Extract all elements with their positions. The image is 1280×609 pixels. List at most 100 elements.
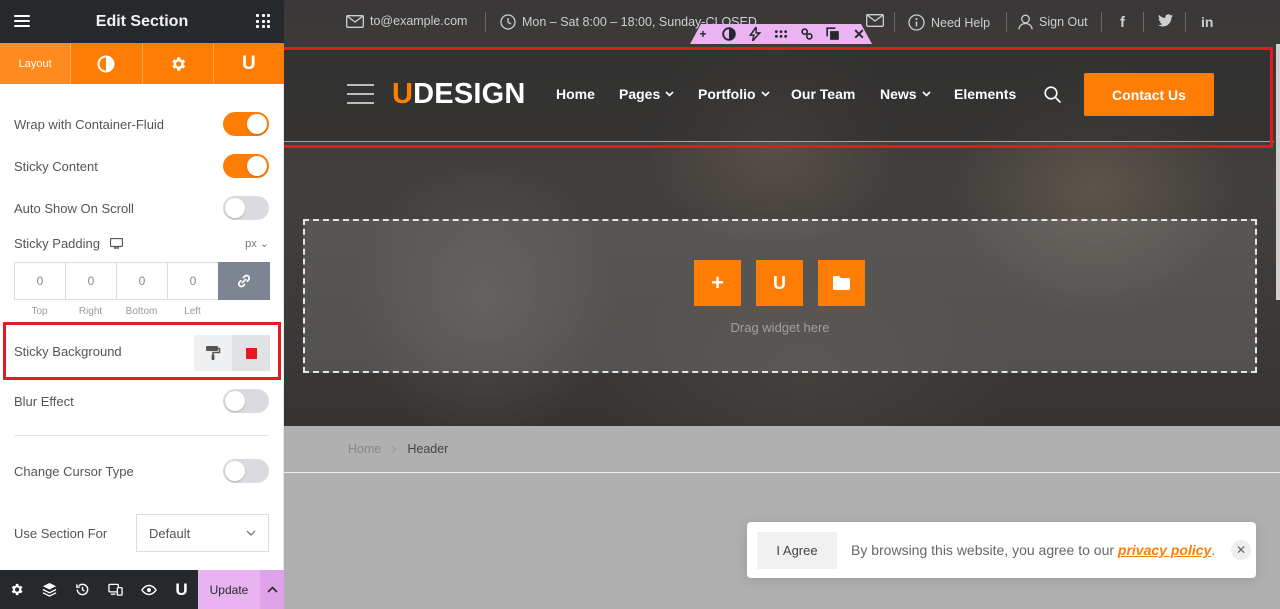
responsive-button[interactable] <box>99 570 132 609</box>
topbar-email-text: to@example.com <box>370 14 468 28</box>
linkedin-icon[interactable]: in <box>1201 14 1213 30</box>
use-section-for-label: Use Section For <box>14 525 108 541</box>
padding-right-input[interactable]: 0 <box>65 262 116 300</box>
use-section-for-select[interactable]: Default <box>136 514 269 552</box>
nav-item-elements[interactable]: Elements <box>954 86 1016 102</box>
preview-button[interactable] <box>132 570 165 609</box>
drag-widget-text: Drag widget here <box>730 320 830 335</box>
auto-show-toggle[interactable] <box>223 196 269 220</box>
close-icon[interactable]: ✕ <box>852 26 866 42</box>
twitter-link[interactable] <box>1158 14 1173 27</box>
settings-button[interactable] <box>0 570 33 609</box>
topbar-need-help[interactable]: Need Help <box>908 14 990 31</box>
update-button[interactable]: Update <box>198 570 260 609</box>
sticky-content-label: Sticky Content <box>14 158 98 174</box>
apps-grid-icon[interactable] <box>256 14 270 28</box>
add-icon[interactable]: + <box>696 27 710 41</box>
hamburger-menu-icon[interactable] <box>14 15 30 27</box>
control-sticky-background: Sticky Background <box>14 344 122 359</box>
eye-icon <box>140 584 157 595</box>
wrap-container-label: Wrap with Container-Fluid <box>14 116 165 132</box>
link-values-button[interactable] <box>218 262 270 300</box>
tab-style[interactable] <box>71 43 143 84</box>
paint-roller-icon <box>206 346 221 360</box>
history-button[interactable] <box>66 570 99 609</box>
plus-icon: + <box>711 270 724 295</box>
chevron-down-icon <box>922 91 931 97</box>
contact-us-button[interactable]: Contact Us <box>1084 73 1214 116</box>
padding-left-label: Left <box>184 306 201 317</box>
desktop-icon[interactable] <box>110 237 123 249</box>
agree-button[interactable]: I Agree <box>757 532 837 569</box>
padding-unit-select[interactable]: px ⌄ <box>245 237 269 250</box>
navigator-button[interactable] <box>33 570 66 609</box>
twitter-icon <box>1158 14 1173 27</box>
udesign-button[interactable]: U <box>165 570 198 609</box>
udesign-u-icon: U <box>175 579 188 599</box>
cookie-message: By browsing this website, you agree to o… <box>851 542 1216 558</box>
facebook-icon[interactable]: f <box>1120 14 1125 31</box>
nav-item-home[interactable]: Home <box>556 86 595 102</box>
update-options-button[interactable] <box>260 570 284 609</box>
sticky-content-toggle[interactable] <box>223 154 269 178</box>
lightning-icon[interactable] <box>748 27 762 41</box>
layers-icon <box>42 582 57 597</box>
control-auto-show: Auto Show On Scroll <box>14 196 269 220</box>
topbar-separator <box>1101 12 1102 32</box>
nav-item-portfolio[interactable]: Portfolio <box>698 86 770 102</box>
tab-layout-label: Layout <box>18 57 52 70</box>
panel-tabs: Layout U <box>0 43 284 84</box>
user-icon <box>1018 14 1033 30</box>
tab-layout[interactable]: Layout <box>0 43 72 84</box>
search-button[interactable] <box>1044 86 1061 106</box>
padding-top-input[interactable]: 0 <box>14 262 65 300</box>
chevron-down-icon <box>246 530 256 536</box>
nav-item-news[interactable]: News <box>880 86 931 102</box>
tab-advanced[interactable] <box>143 43 214 84</box>
padding-left-input[interactable]: 0 <box>167 262 218 300</box>
control-sticky-content: Sticky Content <box>14 154 269 178</box>
templates-library-button[interactable] <box>818 260 865 306</box>
duplicate-icon[interactable] <box>826 27 840 41</box>
cookie-notice: I Agree By browsing this website, you ag… <box>747 522 1256 578</box>
change-cursor-toggle[interactable] <box>223 459 269 483</box>
control-change-cursor: Change Cursor Type <box>14 459 269 483</box>
privacy-policy-link[interactable]: privacy policy <box>1118 542 1211 558</box>
tab-udesign[interactable]: U <box>214 43 284 84</box>
topbar-email[interactable]: to@example.com <box>346 14 467 28</box>
dropzone-buttons: + U <box>694 260 866 306</box>
settings-sliders-icon[interactable] <box>800 27 814 41</box>
breadcrumb-home[interactable]: Home <box>348 442 381 456</box>
blur-effect-toggle[interactable] <box>223 389 269 413</box>
color-swatch-button[interactable] <box>232 335 270 371</box>
info-icon <box>908 14 925 31</box>
contrast-icon <box>97 55 115 72</box>
topbar-separator <box>485 12 486 32</box>
nav-item-pages[interactable]: Pages <box>619 86 674 102</box>
udesign-u-icon: U <box>242 52 256 74</box>
nav-item-our-team[interactable]: Our Team <box>791 86 855 102</box>
link-icon <box>237 274 251 288</box>
close-cookie-button[interactable]: ✕ <box>1231 540 1251 560</box>
drag-handle-icon[interactable] <box>774 27 788 41</box>
udesign-templates-button[interactable]: U <box>756 260 803 306</box>
udesign-u-icon: U <box>773 272 786 293</box>
mail-icon <box>346 14 364 28</box>
add-widget-button[interactable]: + <box>694 260 741 306</box>
change-cursor-label: Change Cursor Type <box>14 463 134 479</box>
topbar-separator <box>1006 12 1007 32</box>
topbar-separator <box>1143 12 1144 32</box>
gear-icon <box>172 56 185 71</box>
padding-bottom-input[interactable]: 0 <box>116 262 167 300</box>
mobile-menu-icon[interactable] <box>347 84 374 104</box>
canvas-scrollbar[interactable] <box>1276 44 1280 300</box>
contrast-icon[interactable] <box>722 27 736 41</box>
panel-title: Edit Section <box>95 12 189 30</box>
topbar-sign-out[interactable]: Sign Out <box>1018 14 1088 30</box>
editor-panel: Edit Section Layout U Wrap with Containe… <box>0 0 284 609</box>
paint-roller-button[interactable] <box>194 335 232 371</box>
site-logo[interactable]: UDESIGN <box>392 78 526 111</box>
padding-right-label: Right <box>78 306 103 317</box>
wrap-container-toggle[interactable] <box>223 112 269 136</box>
control-blur-effect: Blur Effect <box>14 389 269 413</box>
